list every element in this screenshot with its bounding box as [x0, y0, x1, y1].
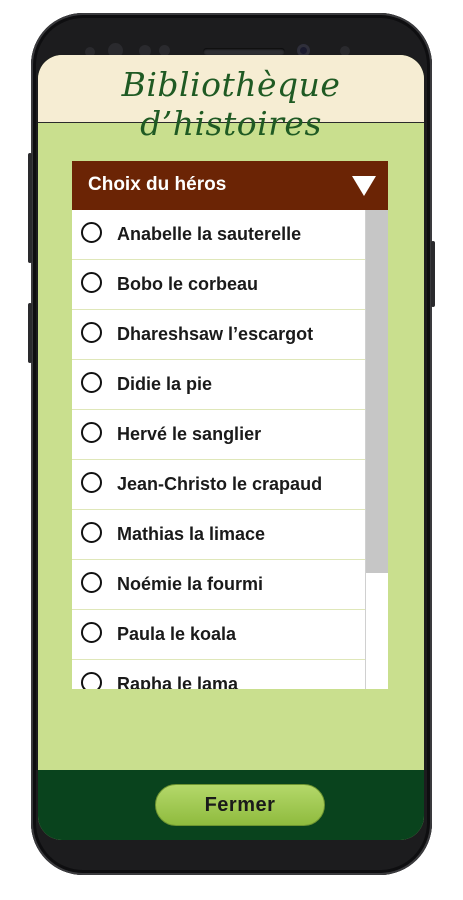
- radio-button[interactable]: [81, 272, 102, 293]
- list-item[interactable]: Hervé le sanglier: [72, 410, 365, 460]
- item-label: Hervé le sanglier: [117, 424, 262, 444]
- radio-button[interactable]: [81, 222, 102, 243]
- app-screen: Bibliothèque d’histoires Choix du héros …: [38, 55, 424, 840]
- radio-button[interactable]: [81, 372, 102, 393]
- item-label: Paula le koala: [117, 624, 237, 644]
- item-label: Mathias la limace: [117, 524, 266, 544]
- hero-list-items: Anabelle la sauterelle Bobo le corbeau D…: [72, 210, 365, 689]
- hero-list: Anabelle la sauterelle Bobo le corbeau D…: [72, 210, 388, 689]
- radio-button[interactable]: [81, 572, 102, 593]
- item-label: Jean-Christo le crapaud: [117, 474, 323, 494]
- list-item[interactable]: Paula le koala: [72, 610, 365, 660]
- list-item[interactable]: Bobo le corbeau: [72, 260, 365, 310]
- list-item[interactable]: Anabelle la sauterelle: [72, 210, 365, 260]
- bixby-button: [28, 303, 32, 363]
- dropdown-title: Choix du héros: [88, 174, 227, 195]
- triangle-down-icon[interactable]: [352, 176, 376, 196]
- close-button[interactable]: Fermer: [155, 784, 325, 826]
- radio-button[interactable]: [81, 672, 102, 689]
- hero-dropdown-header[interactable]: Choix du héros: [72, 161, 388, 210]
- item-label: Anabelle la sauterelle: [117, 224, 302, 244]
- footer-bar: Fermer: [38, 770, 424, 840]
- list-item[interactable]: Noémie la fourmi: [72, 560, 365, 610]
- radio-button[interactable]: [81, 622, 102, 643]
- earpiece-speaker: [203, 48, 285, 55]
- list-item[interactable]: Rapha le lama: [72, 660, 365, 689]
- radio-button[interactable]: [81, 522, 102, 543]
- list-item[interactable]: Jean-Christo le crapaud: [72, 460, 365, 510]
- radio-button[interactable]: [81, 322, 102, 343]
- list-item[interactable]: Didie la pie: [72, 360, 365, 410]
- app-title: Bibliothèque d’histoires: [121, 65, 341, 143]
- item-label: Rapha le lama: [117, 674, 239, 689]
- title-bar: Bibliothèque d’histoires: [38, 55, 424, 143]
- scrollbar-thumb[interactable]: [366, 210, 388, 573]
- scrollbar-track[interactable]: [365, 210, 388, 689]
- radio-button[interactable]: [81, 422, 102, 443]
- list-item[interactable]: Dhareshsaw l’escargot: [72, 310, 365, 360]
- item-label: Noémie la fourmi: [117, 574, 264, 594]
- volume-button: [28, 153, 32, 263]
- item-label: Didie la pie: [117, 374, 213, 394]
- power-button: [431, 241, 435, 307]
- item-label: Dhareshsaw l’escargot: [117, 324, 314, 344]
- list-item[interactable]: Mathias la limace: [72, 510, 365, 560]
- radio-button[interactable]: [81, 472, 102, 493]
- item-label: Bobo le corbeau: [117, 274, 259, 294]
